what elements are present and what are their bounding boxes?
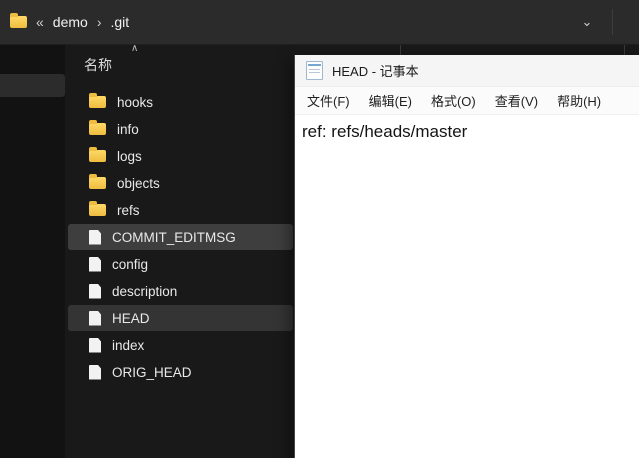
menu-file[interactable]: 文件(F) — [299, 88, 358, 113]
screen: { "address_bar": { "back_chevrons": "«",… — [0, 0, 639, 458]
menu-edit[interactable]: 编辑(E) — [361, 88, 420, 113]
name-column-header[interactable]: 名称 — [84, 55, 112, 75]
notepad-menu-bar: 文件(F) 编辑(E) 格式(O) 查看(V) 帮助(H) — [295, 87, 639, 115]
current-folder-icon — [10, 13, 27, 28]
menu-format[interactable]: 格式(O) — [423, 88, 484, 113]
item-label: config — [112, 256, 149, 272]
navigation-selected-item[interactable] — [0, 74, 65, 97]
address-bar-divider — [612, 9, 613, 35]
folder-icon — [89, 174, 106, 189]
back-chevrons-icon[interactable]: « — [36, 15, 44, 29]
item-label: hooks — [117, 94, 154, 110]
item-label: description — [112, 283, 178, 299]
folder-icon — [89, 120, 106, 135]
list-item-refs[interactable]: refs — [68, 197, 293, 223]
list-item-index[interactable]: index — [68, 332, 293, 358]
item-label: refs — [117, 202, 140, 218]
item-label: HEAD — [112, 310, 150, 326]
folder-icon — [89, 201, 106, 216]
breadcrumb: « demo › .git — [0, 13, 130, 30]
breadcrumb-separator-icon: › — [96, 14, 102, 30]
sort-ascending-icon[interactable]: ∧ — [131, 43, 138, 54]
notepad-app-icon — [306, 61, 323, 80]
list-item-orig-head[interactable]: ORIG_HEAD — [68, 359, 293, 385]
file-icon — [89, 283, 101, 299]
folder-icon — [89, 147, 106, 162]
breadcrumb-item-git[interactable]: .git — [111, 14, 130, 30]
address-bar: « demo › .git ⌄ — [0, 0, 639, 45]
notepad-title-bar[interactable]: HEAD - 记事本 — [295, 55, 639, 87]
breadcrumb-item-demo[interactable]: demo — [53, 14, 88, 30]
file-list: hooks info logs objects refs COMMIT_EDIT… — [68, 89, 296, 386]
list-item-objects[interactable]: objects — [68, 170, 293, 196]
folder-icon — [89, 93, 106, 108]
address-dropdown-chevron-icon[interactable]: ⌄ — [573, 0, 601, 44]
item-label: ORIG_HEAD — [112, 364, 192, 380]
file-icon — [89, 229, 101, 245]
list-item-commit-editmsg[interactable]: COMMIT_EDITMSG — [68, 224, 293, 250]
file-icon — [89, 310, 101, 326]
item-label: logs — [117, 148, 142, 164]
list-item-logs[interactable]: logs — [68, 143, 293, 169]
menu-help[interactable]: 帮助(H) — [549, 88, 609, 113]
navigation-pane — [0, 45, 65, 458]
list-item-head[interactable]: HEAD — [68, 305, 293, 331]
notepad-window: HEAD - 记事本 文件(F) 编辑(E) 格式(O) 查看(V) 帮助(H)… — [294, 55, 639, 458]
notepad-window-title: HEAD - 记事本 — [332, 64, 419, 79]
item-label: info — [117, 121, 139, 137]
item-label: objects — [117, 175, 160, 191]
item-label: COMMIT_EDITMSG — [112, 229, 236, 245]
file-icon — [89, 256, 101, 272]
item-label: index — [112, 337, 145, 353]
file-icon — [89, 364, 101, 380]
notepad-text-area[interactable]: ref: refs/heads/master — [295, 115, 639, 142]
file-icon — [89, 337, 101, 353]
list-item-description[interactable]: description — [68, 278, 293, 304]
list-item-info[interactable]: info — [68, 116, 293, 142]
menu-view[interactable]: 查看(V) — [487, 88, 546, 113]
list-item-hooks[interactable]: hooks — [68, 89, 293, 115]
list-item-config[interactable]: config — [68, 251, 293, 277]
